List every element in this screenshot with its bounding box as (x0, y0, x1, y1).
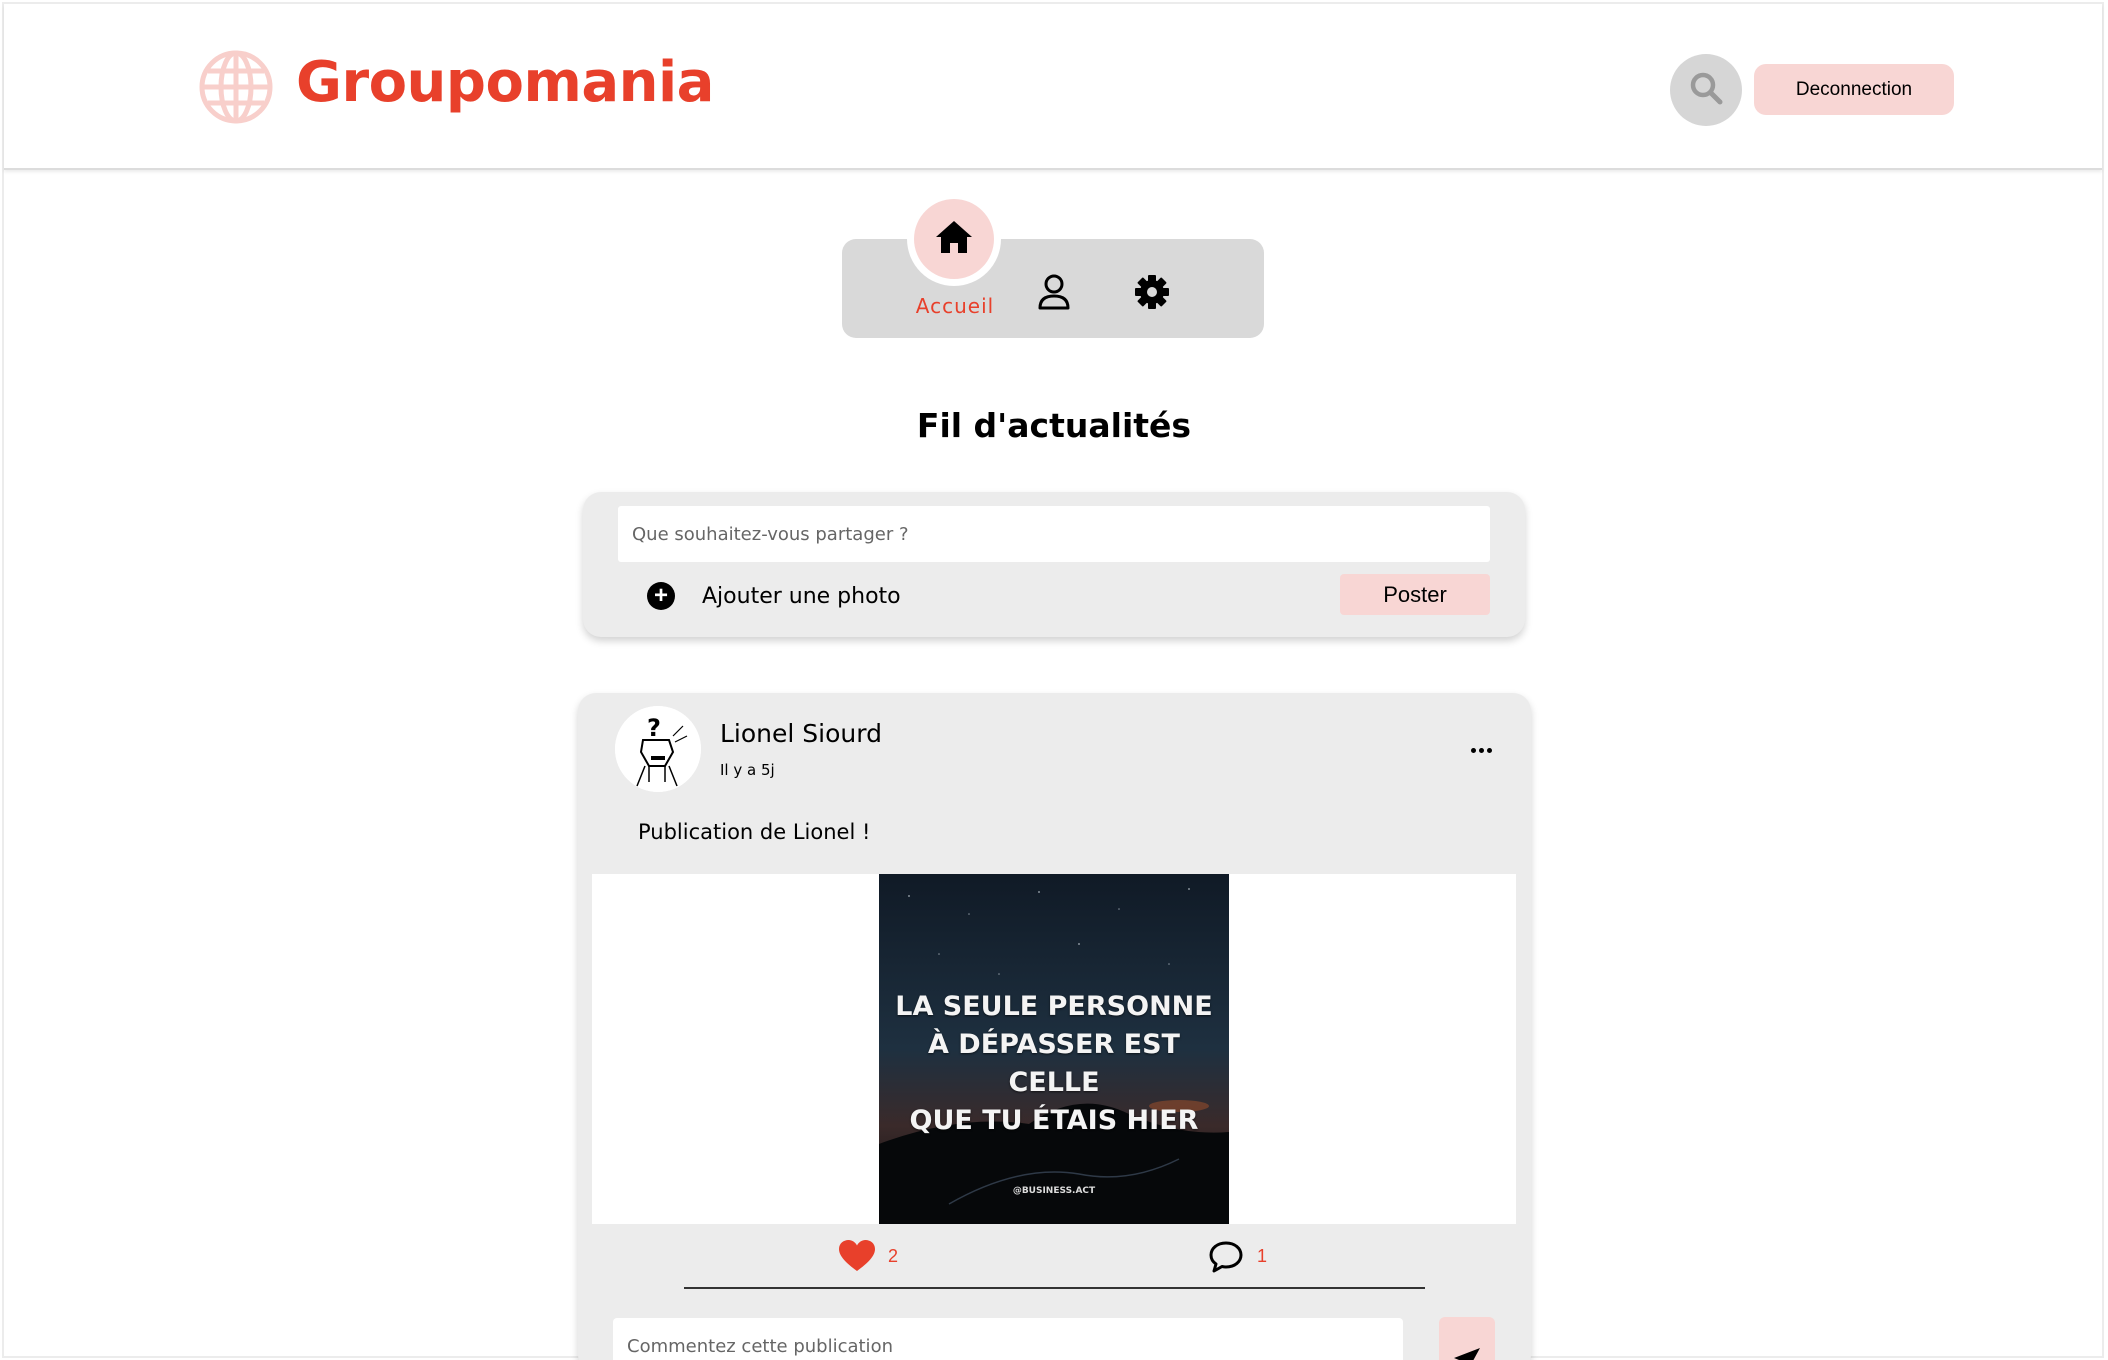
globe-icon (198, 49, 274, 125)
search-button[interactable] (1670, 54, 1742, 126)
more-options-icon[interactable] (1471, 743, 1495, 757)
gear-icon (1132, 275, 1172, 316)
post-image: LA SEULE PERSONNE À DÉPASSER EST CELLE Q… (879, 874, 1229, 1224)
nav-settings-button[interactable] (1132, 272, 1172, 312)
send-comment-button[interactable] (1439, 1317, 1495, 1360)
comment-icon[interactable] (1208, 1240, 1244, 1274)
home-icon (934, 219, 974, 260)
comment-count: 1 (1257, 1246, 1268, 1266)
nav-home-button[interactable] (914, 199, 994, 279)
user-icon (1034, 274, 1074, 316)
like-count: 2 (888, 1246, 899, 1266)
svg-text:?: ? (647, 714, 661, 742)
page-title: Fil d'actualités (916, 406, 1192, 445)
post-timestamp: Il y a 5j (720, 761, 775, 779)
nav-profile-button[interactable] (1034, 272, 1074, 312)
quote-line: QUE TU ÉTAIS HIER (909, 1105, 1199, 1136)
post-text: Publication de Lionel ! (638, 820, 871, 844)
logout-button[interactable]: Deconnection (1754, 64, 1954, 115)
post-author[interactable]: Lionel Siourd (720, 719, 882, 748)
share-input[interactable] (618, 506, 1490, 562)
search-icon (1689, 71, 1723, 110)
avatar[interactable]: ? (615, 706, 701, 792)
nav-home-label[interactable]: Accueil (905, 294, 1005, 318)
post-media: LA SEULE PERSONNE À DÉPASSER EST CELLE Q… (592, 874, 1516, 1224)
post-composer: + Ajouter une photo Poster (583, 492, 1525, 637)
app-logo-text[interactable]: Groupomania (296, 50, 714, 115)
image-watermark: @BUSINESS.ACT (1012, 1186, 1096, 1196)
heart-icon[interactable] (838, 1239, 876, 1273)
add-photo-icon[interactable]: + (647, 582, 675, 610)
post-divider (684, 1287, 1425, 1289)
add-photo-label[interactable]: Ajouter une photo (702, 584, 901, 609)
send-icon (1452, 1336, 1482, 1360)
quote-line: LA SEULE PERSONNE (895, 991, 1213, 1022)
comment-input[interactable] (613, 1318, 1403, 1360)
top-header: Groupomania Deconnection (4, 4, 2102, 170)
post-button[interactable]: Poster (1340, 574, 1490, 615)
quote-line: À DÉPASSER EST CELLE (928, 1029, 1180, 1098)
image-quote: LA SEULE PERSONNE À DÉPASSER EST CELLE Q… (879, 988, 1229, 1140)
feed-post: ? Lionel Siourd Il y a 5j Publication de… (578, 693, 1531, 1360)
